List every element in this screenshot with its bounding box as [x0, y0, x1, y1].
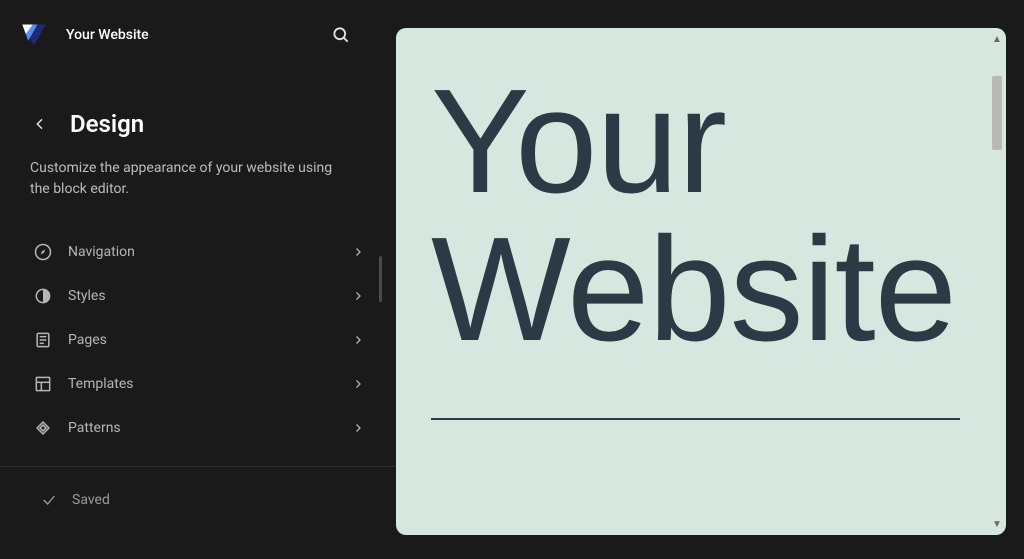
scroll-up-icon[interactable]: ▲ [990, 32, 1004, 46]
back-button[interactable] [30, 114, 50, 134]
section-description: Customize the appearance of your website… [0, 150, 370, 230]
compass-icon [32, 241, 54, 263]
sidebar: Your Website Design Custom [0, 0, 396, 559]
menu-item-navigation[interactable]: Navigation [22, 230, 386, 274]
chevron-right-icon [350, 420, 366, 436]
preview-scrollbar-thumb[interactable] [992, 76, 1002, 150]
check-icon [40, 491, 58, 509]
preview-heading: Your Website [431, 68, 971, 364]
section-title: Design [70, 110, 144, 138]
menu-item-label: Templates [68, 376, 350, 392]
search-button[interactable] [326, 20, 356, 50]
menu-item-patterns[interactable]: Patterns [22, 406, 386, 450]
site-logo-icon[interactable] [20, 21, 48, 49]
section-header: Design [0, 70, 396, 150]
menu-item-styles[interactable]: Styles [22, 274, 386, 318]
half-circle-icon [32, 285, 54, 307]
preview-underline [431, 418, 960, 420]
scroll-down-icon[interactable]: ▼ [990, 517, 1004, 531]
menu-item-label: Patterns [68, 420, 350, 436]
site-title[interactable]: Your Website [66, 27, 149, 43]
menu-item-label: Pages [68, 332, 350, 348]
menu-item-label: Styles [68, 288, 350, 304]
saved-label: Saved [72, 492, 110, 508]
chevron-right-icon [350, 332, 366, 348]
preview-pane: Your Website ▲ ▼ [396, 0, 1024, 559]
menu-list: Navigation Styles [0, 230, 396, 450]
menu-item-templates[interactable]: Templates [22, 362, 386, 406]
layout-icon [32, 373, 54, 395]
menu-item-label: Navigation [68, 244, 350, 260]
chevron-left-icon [32, 116, 48, 132]
preview-frame[interactable]: Your Website ▲ ▼ [396, 28, 1006, 535]
search-icon [331, 25, 351, 45]
chevron-right-icon [350, 244, 366, 260]
diamond-icon [32, 417, 54, 439]
sidebar-scrollbar-thumb[interactable] [379, 256, 382, 302]
page-icon [32, 329, 54, 351]
saved-status: Saved [0, 467, 396, 509]
chevron-right-icon [350, 288, 366, 304]
menu-item-pages[interactable]: Pages [22, 318, 386, 362]
chevron-right-icon [350, 376, 366, 392]
sidebar-header: Your Website [0, 0, 396, 70]
preview-scrollbar[interactable]: ▲ ▼ [990, 32, 1004, 531]
